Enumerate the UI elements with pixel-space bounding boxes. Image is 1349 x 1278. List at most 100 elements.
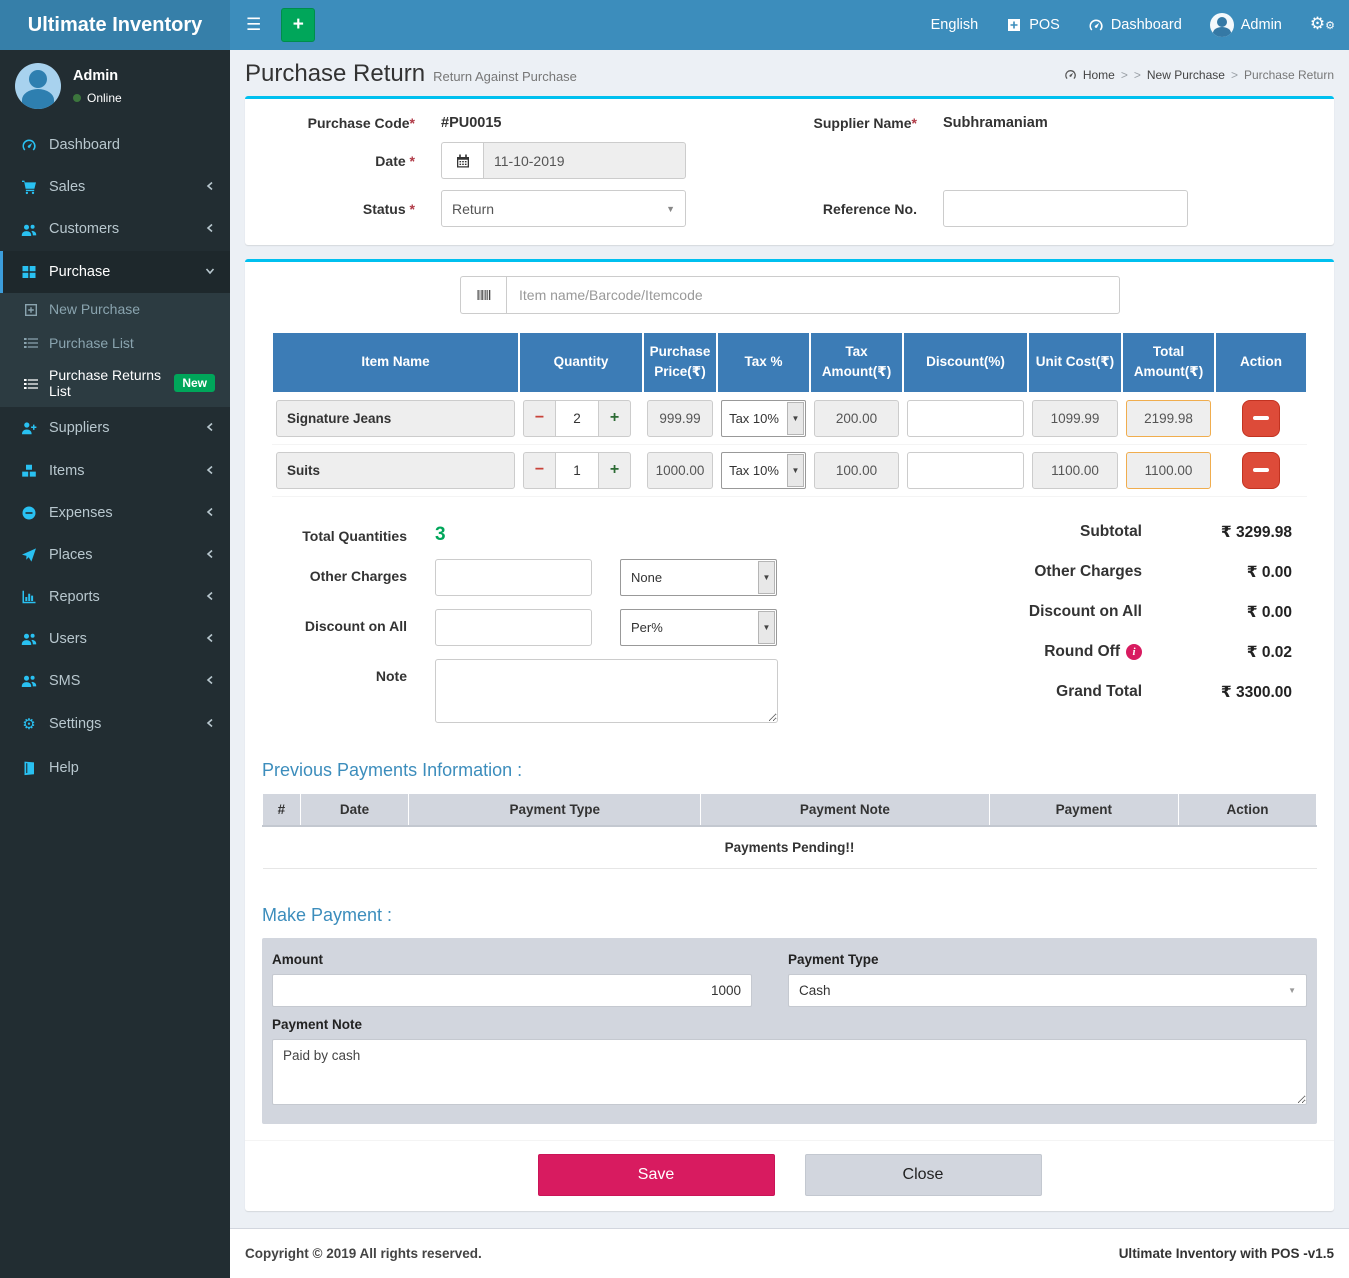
sidebar-item-expenses[interactable]: Expenses [0, 492, 230, 534]
remove-item-button[interactable] [1242, 452, 1280, 489]
close-button[interactable]: Close [805, 1154, 1042, 1196]
avatar [15, 63, 61, 109]
sidebar-item-dashboard[interactable]: Dashboard [0, 124, 230, 166]
discount-input[interactable] [907, 400, 1024, 437]
minus-circle-icon [18, 505, 40, 521]
reference-no-input[interactable] [943, 190, 1188, 227]
app-logo[interactable]: Ultimate Inventory [0, 0, 230, 50]
grand-total-label: Grand Total [892, 683, 1142, 701]
pos-link[interactable]: POS [992, 0, 1074, 50]
date-input-group [441, 142, 686, 179]
sidebar-item-sms[interactable]: SMS [0, 660, 230, 702]
breadcrumb-home[interactable]: Home [1083, 68, 1115, 82]
language-menu[interactable]: English [917, 0, 993, 50]
subtotal-value: ₹ 3299.98 [1142, 523, 1292, 542]
sidebar-item-users[interactable]: Users [0, 618, 230, 660]
quantity-stepper: − + [523, 452, 639, 489]
user-menu[interactable]: Admin [1196, 0, 1296, 50]
other-charges-input[interactable] [435, 559, 592, 596]
item-search-input[interactable] [506, 276, 1120, 314]
discount-type-select[interactable]: Per% ▼ [620, 609, 777, 646]
chevron-down-icon: ▼ [758, 611, 775, 644]
sidebar-item-new-purchase[interactable]: New Purchase [0, 293, 230, 326]
dashboard-link[interactable]: Dashboard [1074, 0, 1196, 50]
total-quantities-label: Total Quantities [287, 519, 407, 544]
note-label: Note [287, 659, 407, 684]
chevron-left-icon [205, 673, 215, 689]
sidebar-item-suppliers[interactable]: Suppliers [0, 407, 230, 449]
page-subtitle: Return Against Purchase [433, 69, 577, 84]
note-textarea[interactable] [435, 659, 778, 723]
col-item-name: Item Name [272, 332, 519, 393]
chevron-left-icon [205, 420, 215, 436]
content-header: Purchase Return Return Against Purchase … [230, 50, 1349, 96]
date-input[interactable] [483, 142, 686, 179]
qty-increase-button[interactable]: + [599, 452, 631, 489]
tax-select[interactable]: Tax 10% ▼ [721, 400, 806, 437]
sidebar-item-customers[interactable]: Customers [0, 208, 230, 250]
sidebar-item-help[interactable]: Help [0, 746, 230, 788]
purchase-submenu: New Purchase Purchase List Purchase Retu… [0, 293, 230, 408]
chevron-left-icon [205, 179, 215, 195]
previous-payments-heading: Previous Payments Information : [262, 760, 1317, 781]
sidebar-toggle-icon[interactable]: ☰ [230, 0, 277, 50]
sidebar-item-sales[interactable]: Sales [0, 166, 230, 208]
item-name-input [276, 452, 515, 489]
reference-no-label: Reference No. [712, 201, 917, 217]
summary-other-charges-label: Other Charges [892, 563, 1142, 581]
sidebar-item-purchase-list[interactable]: Purchase List [0, 326, 230, 359]
sidebar-item-purchase[interactable]: Purchase [0, 251, 230, 293]
user-avatar-icon [1210, 13, 1234, 37]
page-footer: Copyright © 2019 All rights reserved. Ul… [230, 1228, 1349, 1278]
settings-menu[interactable]: ⚙⚙ [1296, 0, 1349, 51]
col-action: Action [1215, 332, 1307, 393]
item-row: − + Tax 10% ▼ [272, 393, 1307, 445]
form-actions: Save Close [245, 1140, 1334, 1211]
sidebar-item-purchase-returns-list[interactable]: Purchase Returns List New [0, 359, 230, 407]
sidebar-user-panel: Admin Online [0, 50, 230, 124]
chevron-down-icon: ▼ [666, 204, 675, 214]
sidebar-item-reports[interactable]: Reports [0, 576, 230, 618]
quick-add-button[interactable]: + [281, 8, 315, 42]
unit-cost-input [1032, 400, 1118, 437]
home-icon [1064, 68, 1077, 81]
purchase-return-form-panel: Purchase Code* #PU0015 Supplier Name* Su… [245, 96, 1334, 245]
grand-total-value: ₹ 3300.00 [1142, 683, 1292, 702]
total-quantities-value: 3 [435, 519, 446, 546]
cart-icon [18, 179, 40, 195]
status-label: Status * [265, 201, 415, 217]
breadcrumb-new-purchase[interactable]: New Purchase [1147, 68, 1225, 82]
discount-input[interactable] [907, 452, 1024, 489]
summary-discount-label: Discount on All [892, 603, 1142, 621]
discount-on-all-input[interactable] [435, 609, 592, 646]
sidebar-item-places[interactable]: Places [0, 534, 230, 576]
item-search-group [460, 276, 1120, 314]
sidebar-item-settings[interactable]: ⚙ Settings [0, 702, 230, 746]
minus-icon [1253, 468, 1269, 472]
col-tax-amount: Tax Amount(₹) [810, 332, 903, 393]
qty-decrease-button[interactable]: − [523, 400, 555, 437]
col-discount: Discount(%) [903, 332, 1028, 393]
amount-input[interactable] [272, 974, 752, 1007]
info-icon[interactable]: i [1126, 644, 1142, 660]
payment-type-select[interactable]: Cash ▼ [788, 974, 1307, 1007]
supplier-name-value: Subhramaniam [943, 115, 1188, 131]
payment-note-textarea[interactable]: Paid by cash [272, 1039, 1307, 1105]
sidebar-item-items[interactable]: Items [0, 449, 230, 491]
status-select[interactable]: Return ▼ [441, 190, 686, 227]
gears-icon: ⚙ [18, 715, 40, 733]
qty-input[interactable] [555, 452, 599, 489]
remove-item-button[interactable] [1242, 400, 1280, 437]
other-charges-type-select[interactable]: None ▼ [620, 559, 777, 596]
totals-section: Total Quantities 3 Other Charges None ▼ … [245, 503, 1334, 746]
pay-col-action: Action [1178, 793, 1316, 826]
make-payment-heading: Make Payment : [262, 905, 1317, 926]
qty-decrease-button[interactable]: − [523, 452, 555, 489]
qty-increase-button[interactable]: + [599, 400, 631, 437]
bar-chart-icon [18, 589, 40, 605]
qty-input[interactable] [555, 400, 599, 437]
items-panel: Item Name Quantity Purchase Price(₹) Tax… [245, 259, 1334, 1211]
tax-select[interactable]: Tax 10% ▼ [721, 452, 806, 489]
breadcrumb: Home > > New Purchase > Purchase Return [1064, 68, 1334, 82]
save-button[interactable]: Save [538, 1154, 775, 1196]
